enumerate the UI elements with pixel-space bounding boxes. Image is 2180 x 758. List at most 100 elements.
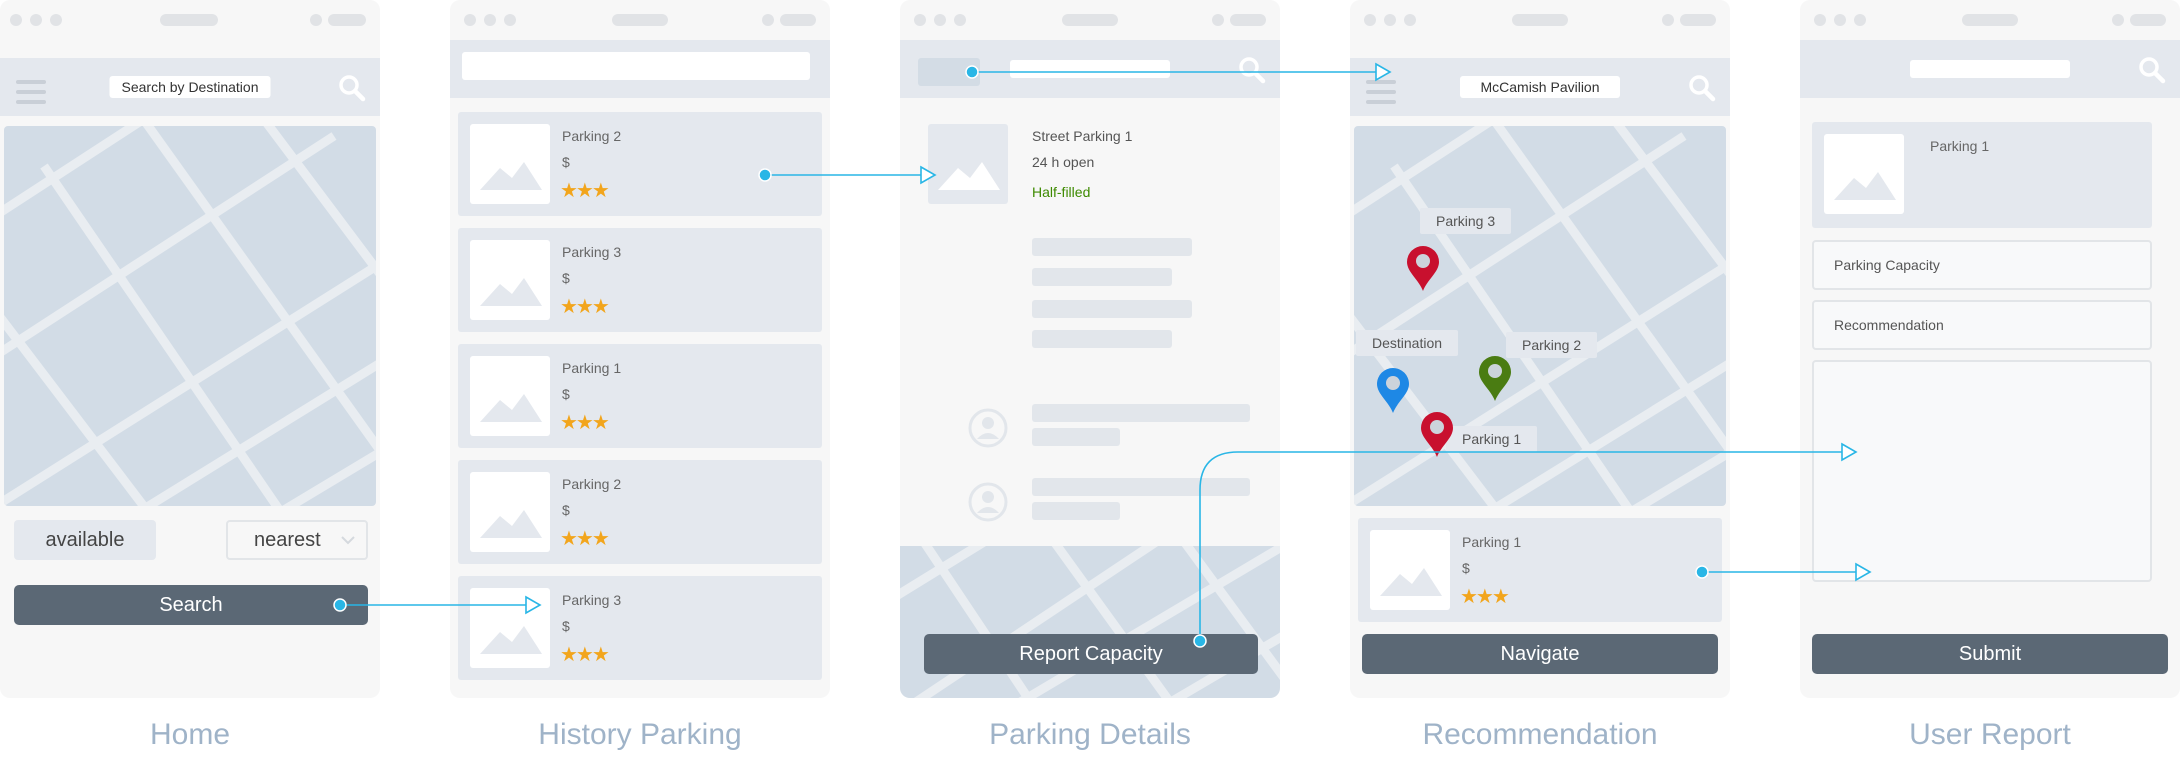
report-comment-textarea[interactable]	[1812, 360, 2152, 582]
map-streets	[4, 126, 376, 506]
review-placeholder	[1032, 502, 1120, 520]
map-pin-icon[interactable]	[1376, 368, 1410, 414]
history-parking-card[interactable]: Parking 2 $ ★★★	[458, 112, 822, 216]
history-parking-card[interactable]: Parking 3 $ ★★★	[458, 576, 822, 680]
recommendation-screen: McCamish Pavilion Parking 3 Destination …	[1350, 0, 1730, 698]
placeholder-line	[1032, 268, 1172, 286]
star-icon: ★★★	[560, 296, 610, 318]
map-label-parking1: Parking 1	[1446, 426, 1538, 452]
app-header: Search by Destination	[0, 58, 380, 116]
parking-price: $	[562, 270, 570, 286]
hamburger-icon[interactable]	[16, 80, 46, 110]
search-icon[interactable]	[1688, 74, 1716, 102]
parking-thumbnail	[470, 472, 550, 552]
search-icon[interactable]	[2138, 56, 2166, 84]
user-report-screen: Parking 1 Parking Capacity Recommendatio…	[1800, 0, 2180, 698]
search-bar[interactable]	[462, 52, 810, 80]
user-avatar-icon	[968, 482, 1008, 522]
parking-price: $	[562, 502, 570, 518]
recommendation-field[interactable]: Recommendation	[1812, 300, 2152, 350]
header-title-placeholder	[1910, 60, 2070, 78]
review-placeholder	[1032, 428, 1120, 446]
map-streets	[900, 546, 1280, 698]
reported-parking-card: Parking 1	[1812, 122, 2152, 228]
map-pin-icon[interactable]	[1406, 246, 1440, 292]
window-topbar	[1800, 0, 2180, 40]
window-topbar	[1350, 0, 1730, 40]
parking-price: $	[1462, 560, 1470, 576]
submit-button[interactable]: Submit	[1812, 634, 2168, 674]
capacity-status: Half-filled	[1032, 184, 1091, 200]
destination-search-field[interactable]: McCamish Pavilion	[1460, 76, 1620, 98]
caption-history-parking: History Parking	[538, 718, 742, 751]
user-avatar-icon	[968, 408, 1008, 448]
placeholder-line	[1032, 300, 1192, 318]
sort-dropdown[interactable]: nearest	[226, 520, 368, 560]
review-placeholder	[1032, 404, 1250, 422]
caption-recommendation: Recommendation	[1422, 718, 1658, 751]
parking-capacity-field[interactable]: Parking Capacity	[1812, 240, 2152, 290]
search-icon[interactable]	[1238, 56, 1266, 84]
star-icon: ★★★	[560, 180, 610, 202]
destination-search-field[interactable]: Search by Destination	[109, 76, 271, 98]
history-parking-card[interactable]: Parking 2 $ ★★★	[458, 460, 822, 564]
star-icon: ★★★	[560, 412, 610, 434]
star-icon: ★★★	[1460, 586, 1510, 608]
navigate-button[interactable]: Navigate	[1362, 634, 1718, 674]
history-parking-card[interactable]: Parking 1 $ ★★★	[458, 344, 822, 448]
parking-price: $	[562, 618, 570, 634]
header-title-placeholder	[1010, 60, 1170, 78]
history-parking-screen: Parking 2 $ ★★★ Parking 3 $ ★★★ Parking 1 $ ★★★ P…	[450, 0, 830, 698]
image-placeholder-icon	[1380, 568, 1442, 596]
placeholder-line	[1032, 238, 1192, 256]
parking-title: Parking 3	[562, 592, 622, 608]
report-capacity-button[interactable]: Report Capacity	[924, 634, 1258, 674]
parking-title: Parking 3	[562, 244, 622, 260]
parking-title: Parking 2	[562, 128, 622, 144]
hamburger-icon[interactable]	[1366, 80, 1396, 110]
parking-details-screen: Street Parking 1 24 h open Half-filled R…	[900, 0, 1280, 698]
map-streets	[1354, 126, 1726, 506]
parking-name: Street Parking 1	[1032, 128, 1133, 144]
back-button[interactable]	[918, 58, 980, 86]
parking-price: $	[562, 154, 570, 170]
image-placeholder-icon	[480, 626, 542, 654]
parking-title: Parking 1	[1462, 534, 1522, 550]
caption-parking-details: Parking Details	[989, 718, 1191, 751]
review-placeholder	[1032, 478, 1250, 496]
caption-home: Home	[149, 718, 231, 751]
parking-thumbnail	[470, 588, 550, 668]
image-placeholder-icon	[480, 394, 542, 422]
map-pin-icon[interactable]	[1420, 412, 1454, 458]
search-icon[interactable]	[338, 74, 366, 102]
parking-title: Parking 1	[1930, 138, 1990, 154]
image-placeholder-icon	[1834, 172, 1896, 200]
window-topbar	[900, 0, 1280, 40]
map-pin-icon[interactable]	[1478, 356, 1512, 402]
image-placeholder-icon	[938, 162, 1000, 190]
parking-thumbnail	[470, 240, 550, 320]
parking-thumbnail	[1370, 530, 1450, 610]
map-view[interactable]: Parking 3 Destination Parking 2 Parking …	[1354, 126, 1726, 506]
app-header	[900, 40, 1280, 98]
history-parking-card[interactable]: Parking 3 $ ★★★	[458, 228, 822, 332]
parking-title: Parking 1	[562, 360, 622, 376]
parking-title: Parking 2	[562, 476, 622, 492]
search-button[interactable]: Search	[14, 585, 368, 625]
parking-thumbnail	[470, 356, 550, 436]
image-placeholder-icon	[480, 278, 542, 306]
window-topbar	[0, 0, 380, 40]
map-label-parking2: Parking 2	[1506, 332, 1598, 358]
app-header: McCamish Pavilion	[1350, 58, 1730, 116]
filter-available[interactable]: available	[14, 520, 156, 560]
parking-image	[928, 124, 1008, 204]
image-placeholder-icon	[480, 510, 542, 538]
map-view[interactable]	[900, 546, 1280, 698]
caption-user-report: User Report	[1909, 718, 2071, 751]
app-header	[450, 40, 830, 98]
chevron-down-icon	[341, 536, 355, 545]
sort-dropdown-value: nearest	[254, 529, 321, 551]
recommended-parking-card[interactable]: Parking 1 $ ★★★	[1358, 518, 1722, 622]
home-screen: Search by Destination available nearest …	[0, 0, 380, 698]
map-view[interactable]	[4, 126, 376, 506]
